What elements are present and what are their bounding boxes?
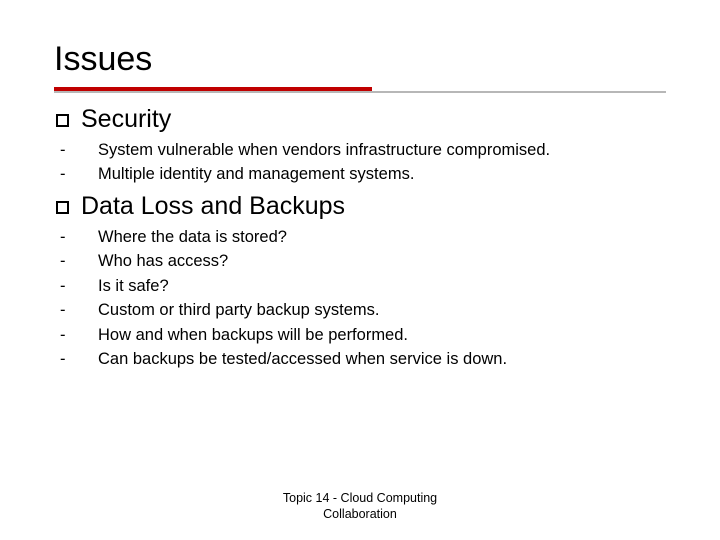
section-title: Security (81, 105, 171, 134)
dash-bullet-icon: - (60, 300, 74, 321)
slide: Issues Security - System vulnerable when… (0, 0, 720, 394)
square-bullet-icon (56, 201, 69, 214)
item-text: Who has access? (98, 251, 228, 272)
dash-bullet-icon: - (60, 349, 74, 370)
item-text: Custom or third party backup systems. (98, 300, 380, 321)
item-text: System vulnerable when vendors infrastru… (98, 140, 550, 161)
item-text: How and when backups will be performed. (98, 325, 408, 346)
dash-bullet-icon: - (60, 325, 74, 346)
footer-line: Topic 14 - Cloud Computing (0, 490, 720, 506)
slide-footer: Topic 14 - Cloud Computing Collaboration (0, 490, 720, 523)
list-item: - Where the data is stored? (60, 227, 666, 248)
title-rule (54, 87, 666, 93)
item-text: Multiple identity and management systems… (98, 164, 414, 185)
rule-grey (54, 91, 666, 93)
footer-line: Collaboration (0, 506, 720, 522)
dash-bullet-icon: - (60, 251, 74, 272)
item-text: Where the data is stored? (98, 227, 287, 248)
dash-bullet-icon: - (60, 227, 74, 248)
item-text: Can backups be tested/accessed when serv… (98, 349, 507, 370)
dash-bullet-icon: - (60, 164, 74, 185)
list-item: - Who has access? (60, 251, 666, 272)
list-item: - Is it safe? (60, 276, 666, 297)
list-item: - System vulnerable when vendors infrast… (60, 140, 666, 161)
dash-bullet-icon: - (60, 276, 74, 297)
slide-title: Issues (54, 40, 666, 79)
list-item: - Can backups be tested/accessed when se… (60, 349, 666, 370)
square-bullet-icon (56, 114, 69, 127)
section-title: Data Loss and Backups (81, 192, 345, 221)
dash-bullet-icon: - (60, 140, 74, 161)
item-text: Is it safe? (98, 276, 169, 297)
section-heading: Security (56, 105, 666, 134)
list-item: - How and when backups will be performed… (60, 325, 666, 346)
section-heading: Data Loss and Backups (56, 192, 666, 221)
list-item: - Multiple identity and management syste… (60, 164, 666, 185)
list-item: - Custom or third party backup systems. (60, 300, 666, 321)
